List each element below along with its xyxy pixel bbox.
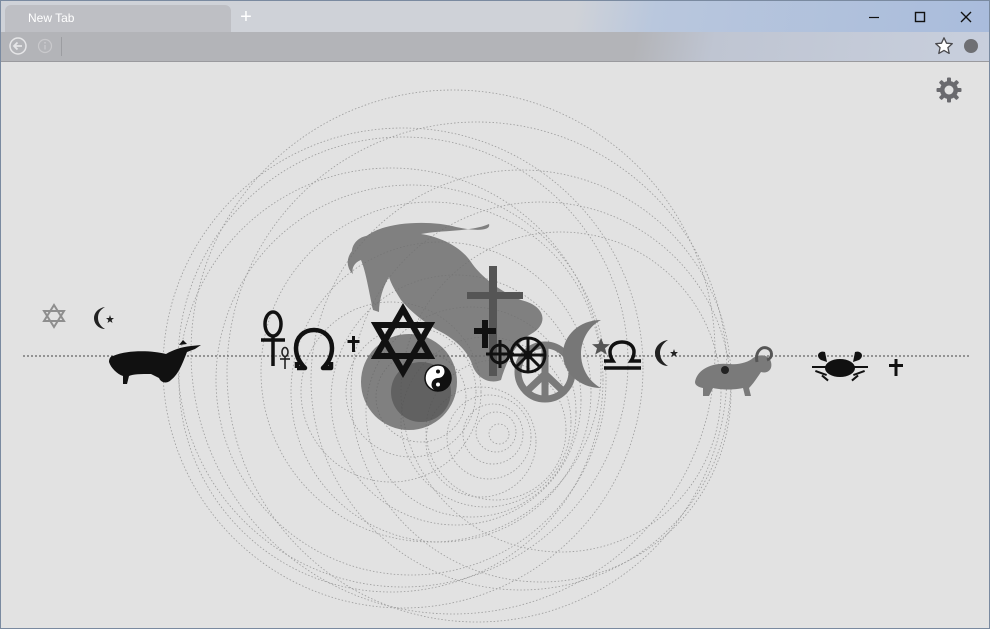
close-button[interactable] bbox=[943, 1, 989, 32]
cross-small bbox=[347, 336, 360, 352]
browser-window: New Tab + bbox=[0, 0, 990, 629]
symbols-artwork bbox=[23, 89, 971, 623]
ram bbox=[695, 346, 773, 396]
title-bar: New Tab + bbox=[1, 1, 989, 32]
maximize-button[interactable] bbox=[897, 1, 943, 32]
omega bbox=[293, 327, 335, 371]
star-and-crescent bbox=[655, 340, 668, 366]
tab-new-tab[interactable]: New Tab bbox=[5, 5, 231, 32]
ankh bbox=[261, 310, 285, 366]
yin-yang bbox=[424, 364, 452, 392]
back-arrow-icon[interactable] bbox=[9, 37, 27, 55]
minimize-button[interactable] bbox=[851, 1, 897, 32]
libra bbox=[604, 340, 641, 370]
new-tab-button[interactable]: + bbox=[237, 7, 255, 27]
toolbar-divider bbox=[61, 37, 62, 56]
browser-toolbar bbox=[1, 32, 989, 62]
star-of-david-small bbox=[42, 303, 66, 329]
ankh-small bbox=[280, 346, 290, 369]
bookmark-star-icon[interactable] bbox=[934, 36, 954, 56]
settings-gear-icon[interactable] bbox=[935, 76, 963, 104]
new-tab-page bbox=[1, 62, 989, 628]
bull bbox=[109, 340, 201, 384]
info-icon[interactable] bbox=[37, 38, 53, 54]
cross-right bbox=[889, 359, 903, 376]
tab-title: New Tab bbox=[28, 11, 75, 25]
star-and-crescent-small bbox=[94, 307, 105, 329]
maximize-icon bbox=[914, 11, 926, 22]
extension-icon[interactable] bbox=[964, 39, 978, 53]
minimize-icon bbox=[869, 16, 879, 18]
close-icon bbox=[960, 11, 972, 22]
window-controls bbox=[851, 1, 989, 32]
dharma-wheel bbox=[509, 336, 547, 374]
